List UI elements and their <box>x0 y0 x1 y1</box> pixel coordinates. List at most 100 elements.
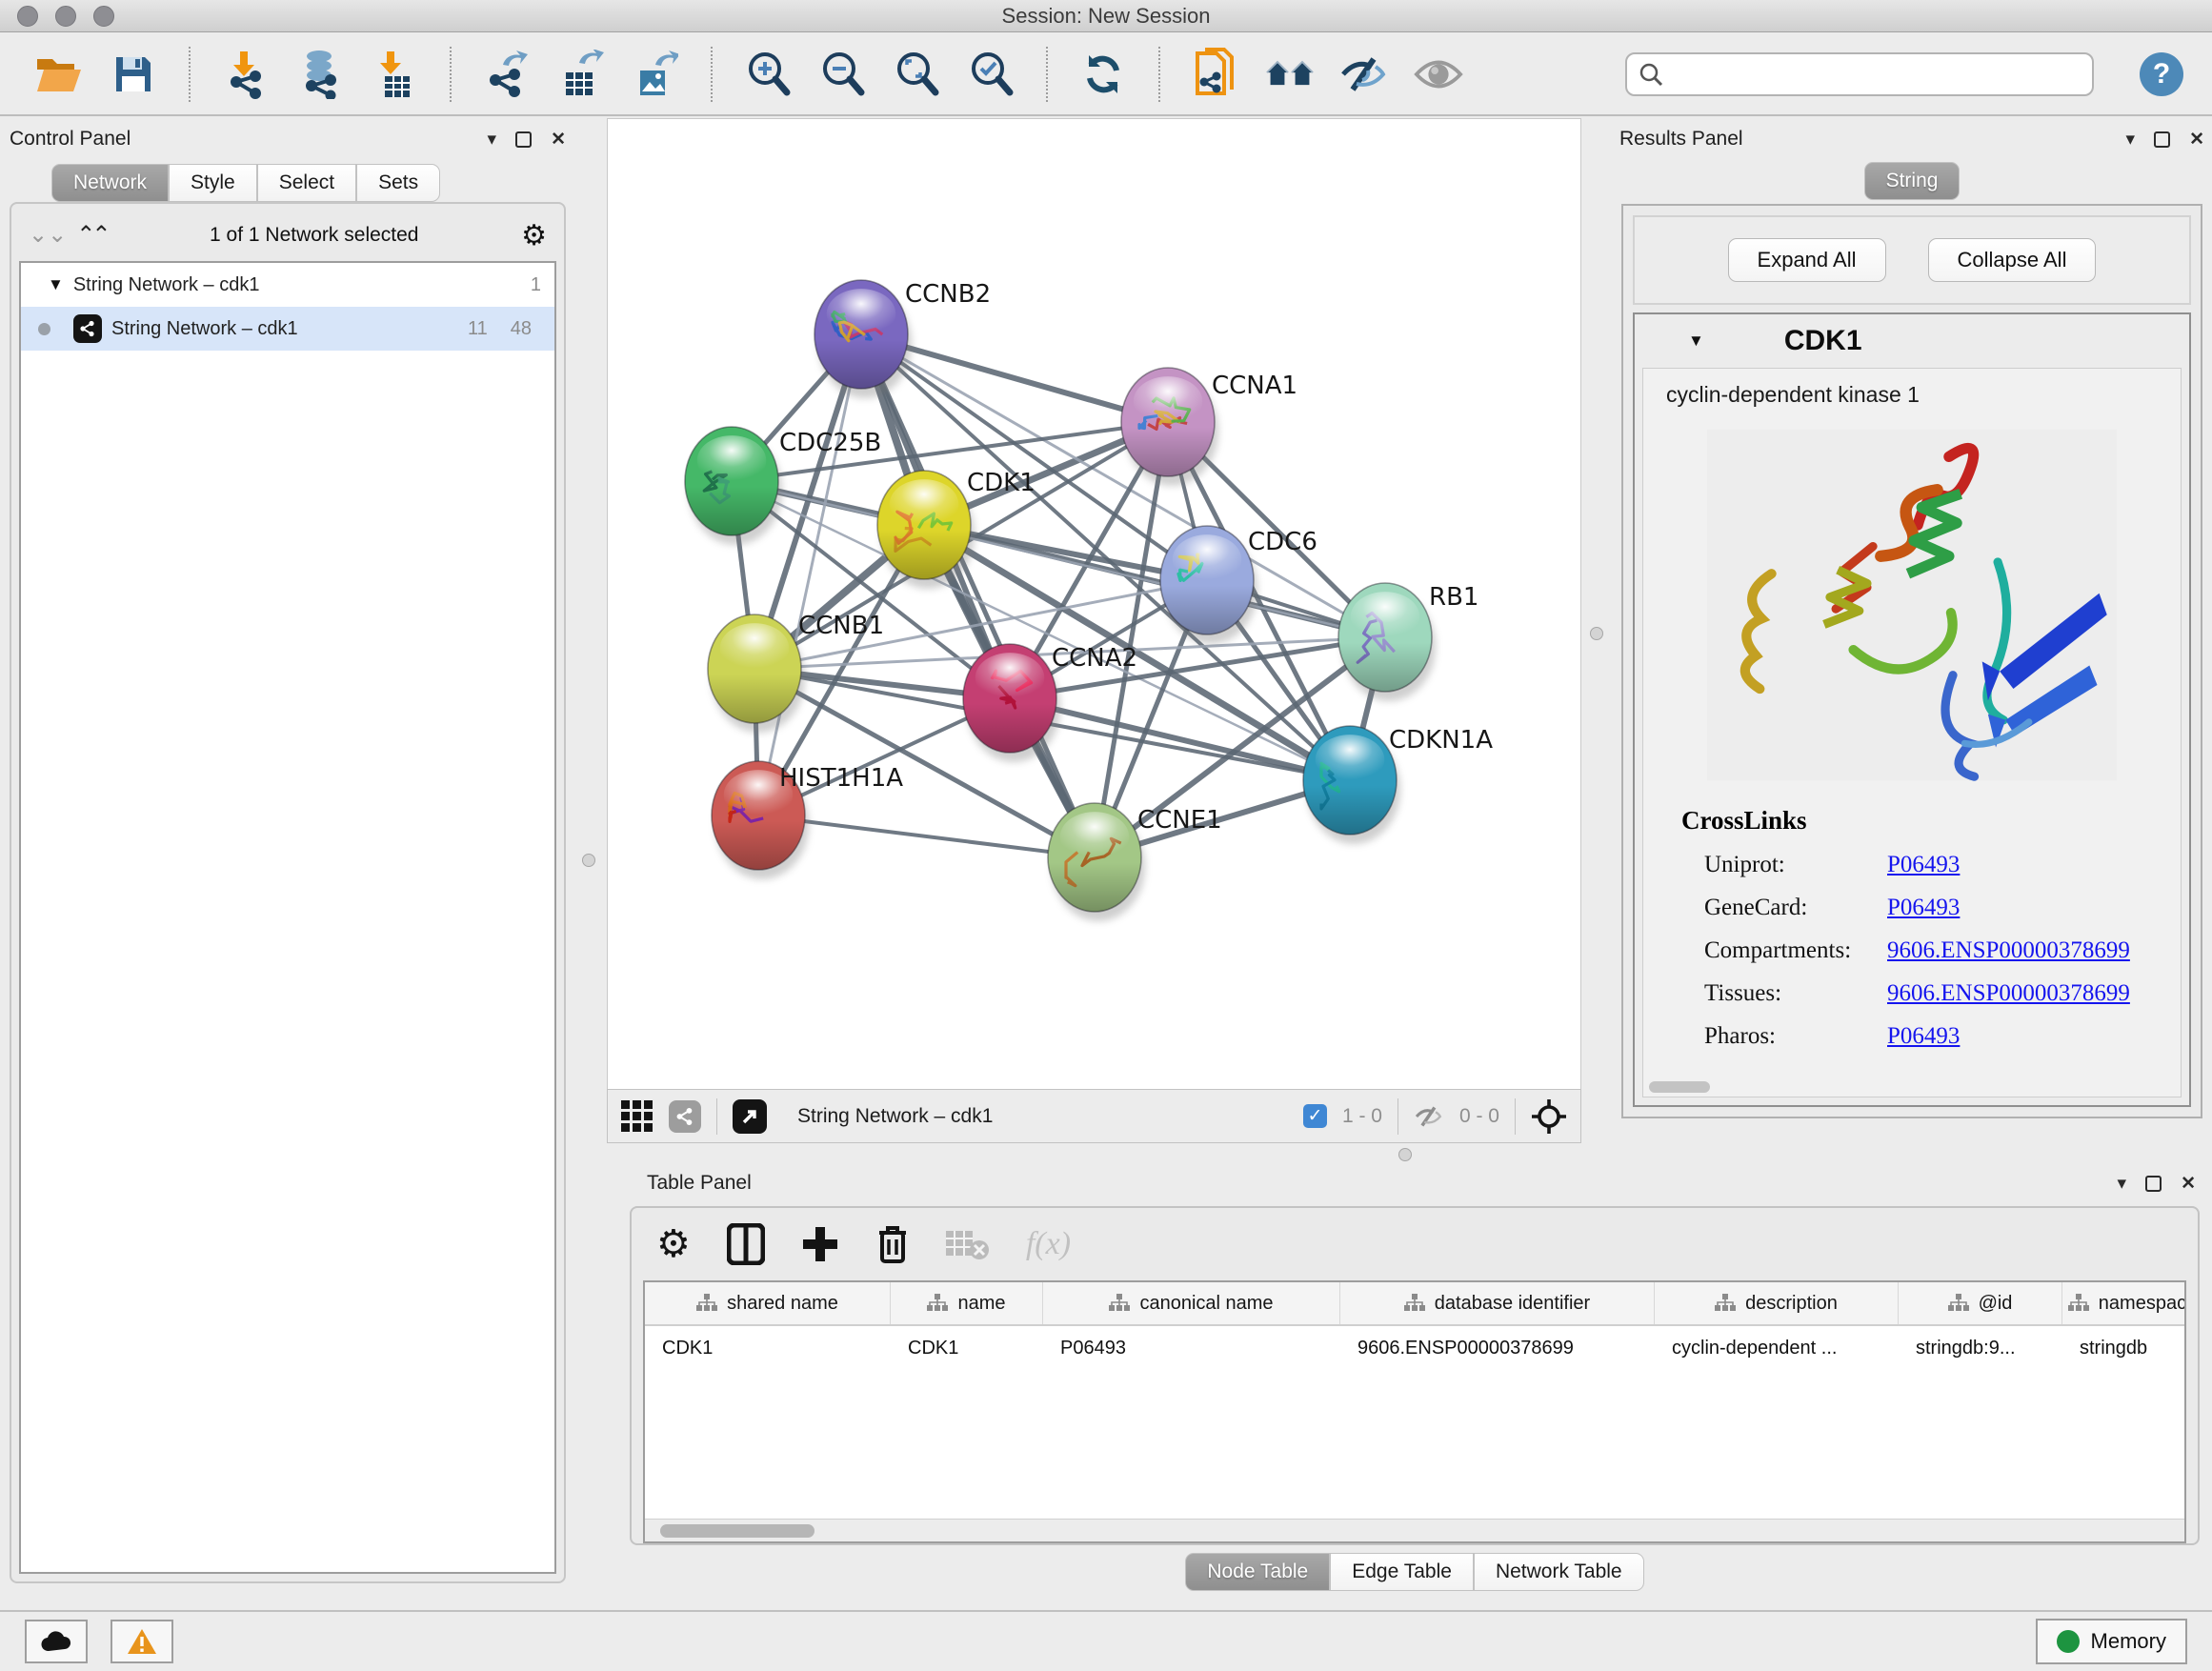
tab-select[interactable]: Select <box>257 164 356 202</box>
show-columns-icon[interactable] <box>727 1223 765 1265</box>
panel-float-icon[interactable] <box>2145 1176 2162 1192</box>
results-scrollbar-thumb[interactable] <box>1649 1081 1710 1093</box>
hide-eye-slash-icon[interactable] <box>1339 50 1389 99</box>
import-network-database-button[interactable] <box>295 50 345 99</box>
help-button[interactable]: ? <box>2140 52 2183 96</box>
column-header-description[interactable]: description <box>1655 1282 1899 1324</box>
zoom-in-button[interactable] <box>743 50 793 99</box>
network-node-ccne1[interactable]: CCNE1 <box>1048 803 1222 921</box>
zoom-fit-button[interactable] <box>892 50 941 99</box>
panel-float-icon[interactable] <box>2154 131 2170 148</box>
show-eye-icon[interactable] <box>1414 50 1463 99</box>
export-network-button[interactable] <box>482 50 532 99</box>
cloud-status-button[interactable] <box>25 1620 88 1663</box>
table-horizontal-scrollbar[interactable] <box>645 1519 2184 1541</box>
crosslink-row: Tissues:9606.ENSP00000378699 <box>1681 980 2181 1007</box>
tab-string[interactable]: String <box>1864 162 1961 200</box>
hidden-eye-slash-icon[interactable] <box>1414 1104 1444 1129</box>
crosslink-link[interactable]: 9606.ENSP00000378699 <box>1887 937 2130 964</box>
warning-status-button[interactable] <box>111 1620 173 1663</box>
network-edge[interactable] <box>758 334 861 815</box>
crosslink-link[interactable]: P06493 <box>1887 1023 1960 1050</box>
panel-close-icon[interactable]: ✕ <box>551 131 566 149</box>
network-edge[interactable] <box>758 815 1095 857</box>
network-share-icon[interactable] <box>669 1100 701 1133</box>
scrollbar-thumb[interactable] <box>660 1524 814 1538</box>
table-cell[interactable]: 9606.ENSP00000378699 <box>1340 1326 1655 1370</box>
panel-menu-icon[interactable]: ▾ <box>2118 1175 2127 1193</box>
crosslink-link[interactable]: P06493 <box>1887 895 1960 921</box>
add-column-icon[interactable] <box>801 1223 839 1265</box>
network-node-cdkn1a[interactable]: CDKN1A <box>1303 726 1493 844</box>
open-in-new-window-icon[interactable] <box>733 1099 767 1134</box>
network-node-cdk1[interactable]: CDK1 <box>877 469 1036 589</box>
panel-menu-icon[interactable]: ▾ <box>488 131 497 149</box>
right-splitter-handle[interactable] <box>1590 627 1603 640</box>
table-row[interactable]: CDK1CDK1P064939606.ENSP00000378699cyclin… <box>645 1326 2184 1370</box>
table-cell[interactable]: CDK1 <box>645 1326 891 1370</box>
table-cell[interactable]: stringdb <box>2062 1326 2186 1370</box>
bottom-splitter-handle[interactable] <box>1398 1148 1412 1161</box>
column-header-name[interactable]: name <box>891 1282 1043 1324</box>
import-table-file-button[interactable] <box>370 50 419 99</box>
table-cell[interactable]: cyclin-dependent ... <box>1655 1326 1899 1370</box>
table-settings-gear-icon[interactable]: ⚙ <box>656 1223 691 1265</box>
network-collection-row[interactable]: ▼ String Network – cdk1 1 <box>21 263 554 307</box>
search-input[interactable] <box>1671 63 2081 86</box>
zoom-out-button[interactable] <box>817 50 867 99</box>
table-cell[interactable]: CDK1 <box>891 1326 1043 1370</box>
tab-node-table[interactable]: Node Table <box>1185 1553 1330 1591</box>
column-header--id[interactable]: @id <box>1899 1282 2062 1324</box>
tab-edge-table[interactable]: Edge Table <box>1330 1553 1474 1591</box>
import-network-file-button[interactable] <box>221 50 271 99</box>
selected-checkbox-icon[interactable]: ✓ <box>1303 1104 1327 1128</box>
table-cell[interactable]: stringdb:9... <box>1899 1326 2062 1370</box>
collapse-all-networks-icon[interactable]: ⌄⌄ <box>29 224 67 247</box>
string-home-icon[interactable] <box>1265 50 1315 99</box>
refresh-layout-button[interactable] <box>1078 50 1128 99</box>
network-options-gear-icon[interactable]: ⚙ <box>521 219 547 252</box>
string-document-share-button[interactable] <box>1191 50 1240 99</box>
crosslink-link[interactable]: 9606.ENSP00000378699 <box>1887 980 2130 1007</box>
panel-float-icon[interactable] <box>515 131 532 148</box>
network-node-ccnb2[interactable]: CCNB2 <box>814 280 991 398</box>
collapse-all-button[interactable]: Collapse All <box>1928 238 2097 282</box>
left-splitter-handle[interactable] <box>582 854 595 867</box>
export-table-button[interactable] <box>556 50 606 99</box>
network-node-rb1[interactable]: RB1 <box>1338 583 1478 701</box>
network-node-cdc25b[interactable]: CDC25B <box>685 427 881 545</box>
table-cell[interactable]: P06493 <box>1043 1326 1340 1370</box>
expand-all-button[interactable]: Expand All <box>1728 238 1886 282</box>
panel-close-icon[interactable]: ✕ <box>2189 131 2204 149</box>
column-header-database-identifier[interactable]: database identifier <box>1340 1282 1655 1324</box>
node-label: CDKN1A <box>1389 726 1493 755</box>
tab-sets[interactable]: Sets <box>356 164 440 202</box>
zoom-selected-button[interactable] <box>966 50 1016 99</box>
network-node-ccna1[interactable]: CCNA1 <box>1121 368 1297 486</box>
save-session-button[interactable] <box>109 50 158 99</box>
panel-close-icon[interactable]: ✕ <box>2181 1175 2196 1193</box>
delete-column-icon[interactable] <box>875 1223 910 1265</box>
network-row[interactable]: String Network – cdk1 11 48 <box>21 307 554 351</box>
column-header-shared-name[interactable]: shared name <box>645 1282 891 1324</box>
status-bar: Memory <box>0 1610 2212 1671</box>
open-session-button[interactable] <box>34 50 84 99</box>
column-header-namespace[interactable]: namespace <box>2062 1282 2186 1324</box>
collapse-triangle-icon[interactable]: ▼ <box>48 275 64 294</box>
tab-network-table[interactable]: Network Table <box>1474 1553 1644 1591</box>
crosshair-icon[interactable] <box>1531 1098 1567 1135</box>
export-image-button[interactable] <box>631 50 680 99</box>
column-header-canonical-name[interactable]: canonical name <box>1043 1282 1340 1324</box>
panel-menu-icon[interactable]: ▾ <box>2126 131 2136 149</box>
expand-all-networks-icon[interactable]: ⌃⌃ <box>76 224 107 247</box>
tab-style[interactable]: Style <box>169 164 257 202</box>
node-table[interactable]: shared namenamecanonical namedatabase id… <box>643 1280 2186 1543</box>
toolbar-search[interactable] <box>1625 52 2094 96</box>
memory-button[interactable]: Memory <box>2036 1619 2187 1664</box>
tab-network[interactable]: Network <box>51 164 169 202</box>
section-collapse-triangle-icon[interactable]: ▼ <box>1688 332 1704 351</box>
network-node-hist1h1a[interactable]: HIST1H1A <box>712 761 903 879</box>
crosslink-link[interactable]: P06493 <box>1887 852 1960 878</box>
birds-eye-grid-icon[interactable] <box>621 1100 654 1133</box>
network-canvas[interactable]: CCNB2CCNA1CDC25BCDK1CDC6RB1CCNB1CCNA2CDK… <box>607 118 1581 1089</box>
